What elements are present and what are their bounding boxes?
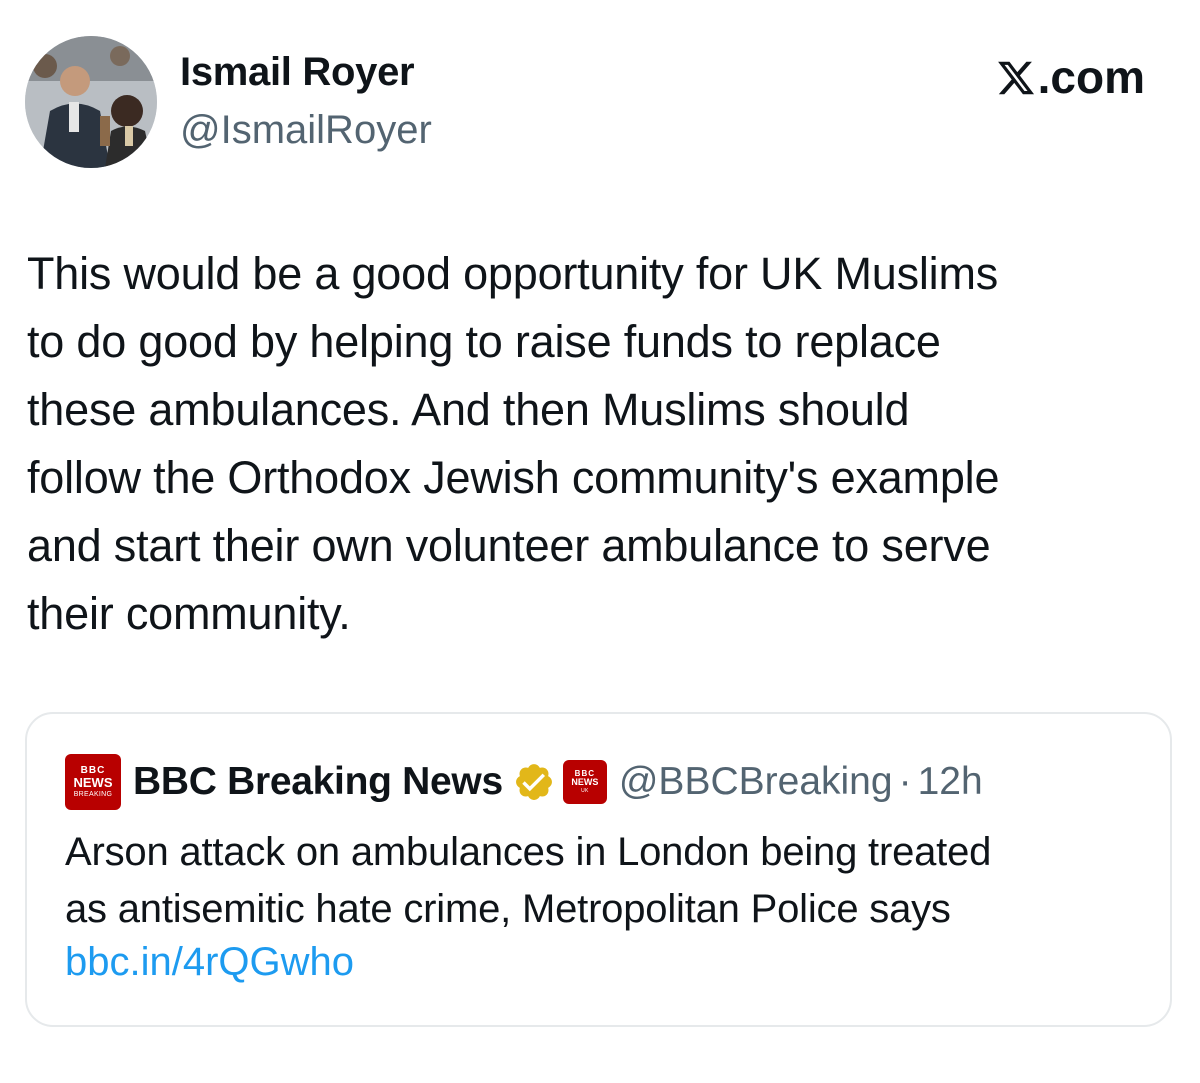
x-logo-icon: [996, 56, 1036, 98]
quoted-tweet-text: Arson attack on ambulances in London bei…: [65, 824, 1145, 938]
separator-dot: ·: [898, 760, 912, 803]
tweet-line: This would be a good opportunity for UK …: [27, 248, 999, 299]
author-avatar[interactable]: [25, 36, 157, 168]
bbc-logo-line: NEWS: [571, 777, 599, 787]
quoted-handle[interactable]: @BBCBreaking: [619, 760, 893, 804]
author-display-name[interactable]: Ismail Royer: [180, 50, 415, 95]
quoted-link[interactable]: bbc.in/4rQGwho: [65, 940, 354, 985]
quoted-tweet-header: BBC NEWS BREAKING BBC Breaking News BBC …: [65, 752, 983, 812]
bbc-logo-line: UK: [581, 788, 589, 794]
quoted-timestamp[interactable]: 12h: [918, 760, 983, 804]
tweet-line: their community.: [27, 588, 351, 639]
bbc-logo-line: BREAKING: [73, 791, 113, 798]
tweet-line: and start their own volunteer ambulance …: [27, 520, 991, 571]
quoted-line: Arson attack on ambulances in London bei…: [65, 830, 992, 874]
tweet-line: these ambulances. And then Muslims shoul…: [27, 384, 910, 435]
quoted-line: as antisemitic hate crime, Metropolitan …: [65, 887, 951, 931]
author-handle[interactable]: @IsmailRoyer: [180, 108, 432, 153]
tweet-line: follow the Orthodox Jewish community's e…: [27, 452, 1000, 503]
bbc-news-uk-badge: BBC NEWS UK: [562, 760, 607, 804]
quoted-tweet-card[interactable]: BBC NEWS BREAKING BBC Breaking News BBC …: [25, 712, 1172, 1027]
brand-label: .com: [1037, 51, 1145, 103]
tweet-line: to do good by helping to raise funds to …: [27, 316, 941, 367]
tweet-text: This would be a good opportunity for UK …: [27, 240, 1177, 648]
bbc-news-breaking-avatar[interactable]: BBC NEWS BREAKING: [65, 754, 121, 810]
x-brand: .com: [996, 50, 1145, 104]
quoted-display-name[interactable]: BBC Breaking News: [133, 760, 503, 804]
bbc-logo-line: NEWS: [73, 775, 113, 790]
verified-badge-icon: [513, 761, 555, 803]
tweet-screenshot: Ismail Royer @IsmailRoyer .com This woul…: [0, 0, 1200, 1083]
